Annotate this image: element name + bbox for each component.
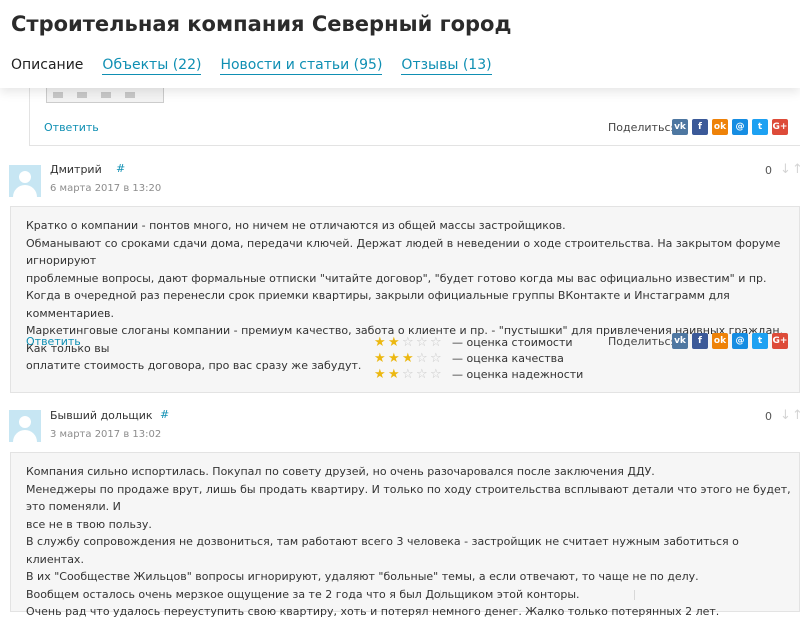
star-filled-icon: ★ [388,366,400,382]
odnoklassniki-icon[interactable]: ok [712,119,728,135]
google-plus-icon[interactable]: G+ [772,333,788,349]
google-plus-icon[interactable]: G+ [772,119,788,135]
star-empty-icon: ☆ [416,366,428,382]
page-title: Строительная компания Северный город [11,12,512,36]
vote-up-icon[interactable]: ↑ [792,163,800,177]
comment-author[interactable]: Бывший дольщик [50,409,153,422]
comment-date: 3 марта 2017 в 13:02 [50,429,162,440]
tab-news[interactable]: Новости и статьи (95) [220,57,383,75]
previous-review [29,80,800,146]
reply-link[interactable]: Ответить [44,121,99,134]
star-empty-icon: ☆ [402,366,414,382]
facebook-icon[interactable]: f [692,333,708,349]
comment-line: Обманывают со сроками сдачи дома, переда… [26,236,781,268]
comment-permalink[interactable]: # [116,162,125,175]
vote-count: 0 [765,164,772,177]
avatar [9,410,41,442]
comment-line: Менеджеры по продаже врут, лишь бы прода… [26,482,791,514]
star-filled-icon: ★ [374,334,386,350]
comment-author[interactable]: Дмитрий [50,163,102,176]
star-rating: ★ ★ ☆ ☆ ☆ [374,368,446,381]
odnoklassniki-icon[interactable]: ok [712,333,728,349]
vk-icon[interactable]: vk [672,333,688,349]
star-rating: ★ ★ ★ ☆ ☆ [374,352,446,365]
rating-price: ★ ★ ☆ ☆ ☆ — оценка стоимости [374,334,583,350]
share-buttons: vk f ok @ t G+ [672,333,792,349]
comment-line: проблемные вопросы, дают формальные отпи… [26,271,767,285]
rating-label: — оценка качества [452,351,564,365]
comment-line: В их "Сообществе Жильцов" вопросы игнори… [26,570,699,583]
share-buttons: vk f ok @ t G+ [672,119,792,135]
star-empty-icon: ☆ [430,334,442,350]
comment-line: Вообщем осталось очень мерзкое ощущение … [26,587,580,601]
rating-reliability: ★ ★ ☆ ☆ ☆ — оценка надежности [374,366,583,382]
comment-body: Компания сильно испортилась. Покупал по … [10,452,800,618]
star-empty-icon: ☆ [430,366,442,382]
star-rating: ★ ★ ☆ ☆ ☆ [374,336,446,349]
mailru-icon[interactable]: @ [732,119,748,135]
star-empty-icon: ☆ [430,350,442,366]
comment-line: В службу сопровождения не дозвониться, т… [26,535,739,566]
comment-line: Когда в очередной раз перенесли срок при… [26,289,730,320]
tab-description[interactable]: Описание [11,57,83,75]
comment-line: Кратко о компании - понтов много, но нич… [26,219,566,232]
facebook-icon[interactable]: f [692,119,708,135]
star-empty-icon: ☆ [416,350,428,366]
star-filled-icon: ★ [388,334,400,350]
star-filled-icon: ★ [388,350,400,366]
ratings-block: ★ ★ ☆ ☆ ☆ — оценка стоимости ★ ★ ★ ☆ ☆ — оценка … [374,334,583,382]
comment-line: все не в твою пользу. [26,517,152,531]
vote-count: 0 [765,410,772,423]
reply-link[interactable]: Ответить [26,335,81,348]
divider [634,590,635,600]
rating-quality: ★ ★ ★ ☆ ☆ — оценка качества [374,350,583,366]
comment-line: Компания сильно испортилась. Покупал по … [26,465,655,478]
vote-down-icon[interactable]: ↓ [780,163,792,177]
star-filled-icon: ★ [402,350,414,366]
share-label: Поделиться [608,121,678,134]
tabs: Описание Объекты (22) Новости и статьи (… [11,57,511,75]
comment-text: Компания сильно испортилась. Покупал по … [26,463,799,621]
comment-permalink[interactable]: # [160,408,169,421]
tab-objects[interactable]: Объекты (22) [102,57,202,75]
rating-label: — оценка стоимости [452,335,573,349]
divider [440,590,441,600]
star-empty-icon: ☆ [402,334,414,350]
vote-down-icon[interactable]: ↓ [780,409,792,423]
page-header: Строительная компания Северный город Опи… [0,0,800,88]
comment-line: Очень рад что удалось переуступить свою … [26,605,720,618]
rating-label: — оценка надежности [452,367,584,381]
star-filled-icon: ★ [374,366,386,382]
star-empty-icon: ☆ [416,334,428,350]
review-photo-thumbnails[interactable] [46,88,164,103]
comment-date: 6 марта 2017 в 13:20 [50,183,162,194]
vk-icon[interactable]: vk [672,119,688,135]
avatar [9,165,41,197]
share-label: Поделиться [608,335,678,348]
tab-reviews[interactable]: Отзывы (13) [401,57,492,75]
star-filled-icon: ★ [374,350,386,366]
vote-up-icon[interactable]: ↑ [792,409,800,423]
twitter-icon[interactable]: t [752,333,768,349]
mailru-icon[interactable]: @ [732,333,748,349]
twitter-icon[interactable]: t [752,119,768,135]
